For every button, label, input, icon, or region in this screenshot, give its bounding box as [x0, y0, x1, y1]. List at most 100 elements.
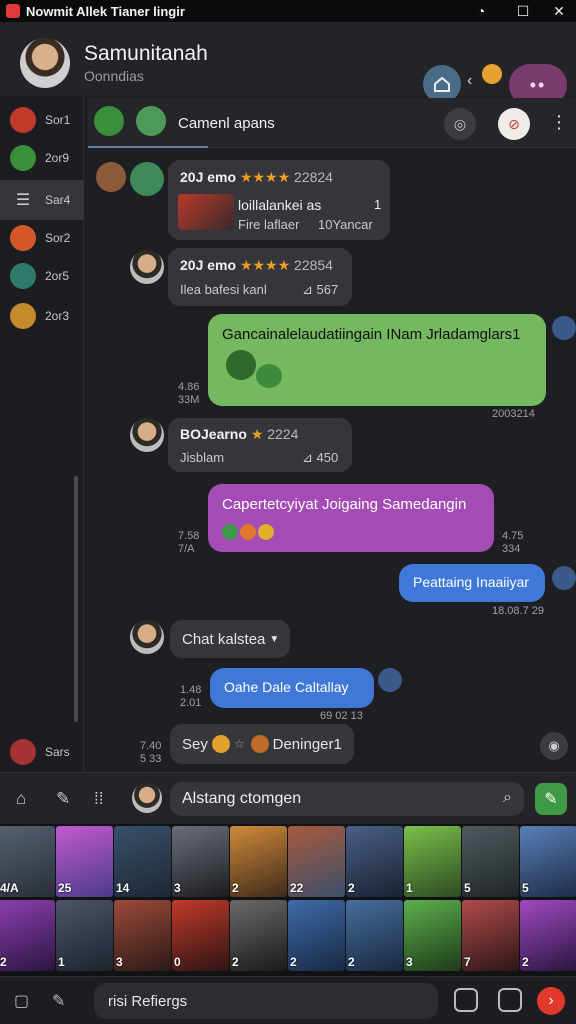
sidebar-item-2or3[interactable]: 2or3 — [0, 296, 84, 336]
search-field[interactable]: risi Refiergs — [94, 983, 438, 1019]
pen-icon[interactable]: ✎ — [56, 789, 70, 809]
game-tile[interactable]: 1 — [56, 900, 113, 971]
game-tile-grid: 4/A 25 14 3 2 22 2 1 5 5 2 1 3 0 2 2 2 3 7 2 — [0, 824, 576, 976]
next-button[interactable]: › — [537, 987, 565, 1015]
compass-icon[interactable]: ◔ — [462, 0, 500, 22]
game-tile-label: 2 — [232, 955, 239, 969]
game-tile[interactable]: 2 — [346, 900, 403, 971]
message-header: BOJearno ★ 2224 — [180, 426, 298, 443]
sticker-icon: ✎ — [544, 791, 558, 808]
message-count: 22854 — [294, 257, 333, 273]
sidebar-item-sar4[interactable]: ☰ Sar4 — [0, 180, 84, 220]
game-tile[interactable]: 25 — [56, 826, 113, 897]
game-tile[interactable]: 4/A — [0, 826, 55, 897]
avatar — [10, 303, 36, 329]
dropdown-label: Chat kalstea — [182, 630, 266, 648]
game-tile[interactable]: 2 — [230, 826, 287, 897]
message-bubble[interactable]: Oahe Dale Caltallay — [210, 668, 374, 708]
camera-icon[interactable] — [454, 988, 478, 1012]
chevron-left-icon[interactable]: ‹ — [467, 72, 472, 90]
pin-icon: ⊿ — [302, 450, 317, 465]
sidebar-scrollbar[interactable] — [74, 476, 78, 722]
game-tile-label: 4/A — [0, 881, 19, 895]
message-bubble[interactable]: Peattaing Inaaiiyar — [399, 564, 545, 602]
game-tile-label: 5 — [522, 881, 529, 895]
message-header: 20J emo ★★★★ 22854 — [180, 257, 333, 274]
message-bubble[interactable]: Capertetcyiyat Joigaing Samedangin — [208, 484, 494, 552]
emoji-avatar[interactable] — [482, 64, 502, 84]
maximize-button[interactable]: ☐ — [504, 0, 542, 22]
avatar[interactable] — [130, 250, 164, 284]
sidebar-item-sor1[interactable]: Sor1 — [0, 100, 84, 140]
game-tile[interactable]: 3 — [404, 900, 461, 971]
avatar[interactable] — [552, 316, 576, 340]
game-tile[interactable]: 2 — [346, 826, 403, 897]
game-tile[interactable]: 7 — [462, 900, 519, 971]
chat-dropdown[interactable]: Chat kalstea ▼ — [170, 620, 290, 658]
avatar[interactable] — [130, 418, 164, 452]
sticker-button[interactable]: ✎ — [535, 783, 567, 815]
separator-icon: ☆ — [233, 737, 245, 751]
avatar[interactable] — [130, 162, 164, 196]
mute-button[interactable]: ⊘ — [498, 108, 530, 140]
window-titlebar: Nowmit Allek Tianer lingir ◔ ☐ ✕ — [0, 0, 576, 22]
avatar[interactable] — [94, 106, 124, 136]
game-tile[interactable]: 5 — [520, 826, 576, 897]
attachment-thumbnail[interactable] — [178, 194, 234, 230]
kebab-menu-icon[interactable]: ⋮ — [550, 112, 568, 133]
message-input[interactable]: Alstang ctomgen ⌕ — [170, 782, 524, 816]
game-tile-label: 1 — [58, 955, 65, 969]
game-tile[interactable]: 5 — [462, 826, 519, 897]
avatar[interactable] — [378, 668, 402, 692]
reaction-label: Deninger1 — [272, 735, 342, 753]
sidebar-item-sars[interactable]: Sars — [0, 732, 84, 772]
sidebar-item-2or5[interactable]: 2or5 — [0, 256, 84, 296]
pen-icon[interactable]: ✎ — [52, 991, 65, 1011]
app-icon — [6, 4, 20, 18]
profile-name: Samunitanah — [84, 42, 208, 65]
mute-icon: ⊘ — [508, 115, 520, 132]
game-tile[interactable]: 2 — [0, 900, 55, 971]
home-icon[interactable]: ⌂ — [16, 789, 26, 809]
grid-icon[interactable]: ⁞⁞ — [94, 789, 103, 809]
sidebar-item-sor2[interactable]: Sor2 — [0, 218, 84, 258]
sticker-icon — [256, 364, 282, 388]
game-tile[interactable]: 14 — [114, 826, 171, 897]
timestamp: 7.40 5 33 — [140, 740, 162, 765]
game-tile[interactable]: 2 — [230, 900, 287, 971]
game-tile[interactable]: 0 — [172, 900, 229, 971]
profile-subtitle: Oonndias — [84, 68, 144, 84]
avatar[interactable] — [132, 783, 162, 813]
rating-stars: ★★★★ — [239, 169, 291, 185]
message-text: Oahe Dale Caltallay — [224, 679, 349, 695]
emoji-icon — [240, 524, 256, 540]
game-tile[interactable]: 3 — [172, 826, 229, 897]
sidebar-item-2or9[interactable]: 2or9 — [0, 138, 84, 178]
avatar[interactable] — [552, 566, 576, 590]
scroll-down-button[interactable]: ◉ — [540, 732, 568, 760]
avatar[interactable] — [96, 162, 126, 192]
timestamp: 7.58 7/A — [178, 530, 200, 555]
avatar[interactable] — [20, 38, 70, 88]
search-icon[interactable]: ⌕ — [503, 789, 512, 807]
close-button[interactable]: ✕ — [540, 0, 576, 22]
message-card[interactable]: 20J emo ★★★★ 22854 Ilea bafesi kanl ⊿ 56… — [168, 248, 352, 306]
message-card[interactable]: 20J emo ★★★★ 22824 loillalankei as 1 Fir… — [168, 160, 390, 240]
game-tile[interactable]: 2 — [520, 900, 576, 971]
sender-name: 20J emo — [180, 169, 237, 185]
notification-button[interactable]: ◎ — [444, 108, 476, 140]
reaction-chip[interactable]: Sey ☆ Deninger1 — [170, 724, 354, 764]
emoji-icon — [250, 735, 269, 753]
avatar[interactable] — [130, 620, 164, 654]
game-tile[interactable]: 22 — [288, 826, 345, 897]
square-icon[interactable]: ▢ — [14, 991, 29, 1011]
message-card[interactable]: BOJearno ★ 2224 Jisblam ⊿ 450 — [168, 418, 352, 472]
avatar[interactable] — [136, 106, 166, 136]
message-bubble[interactable]: Gancainalelaudatiingain INam Jrladamglar… — [208, 314, 546, 406]
record-icon[interactable] — [498, 988, 522, 1012]
game-tile[interactable]: 1 — [404, 826, 461, 897]
game-tile-label: 5 — [464, 881, 471, 895]
attachment-subtitle: Fire laflaer — [238, 217, 300, 232]
game-tile[interactable]: 3 — [114, 900, 171, 971]
game-tile[interactable]: 2 — [288, 900, 345, 971]
